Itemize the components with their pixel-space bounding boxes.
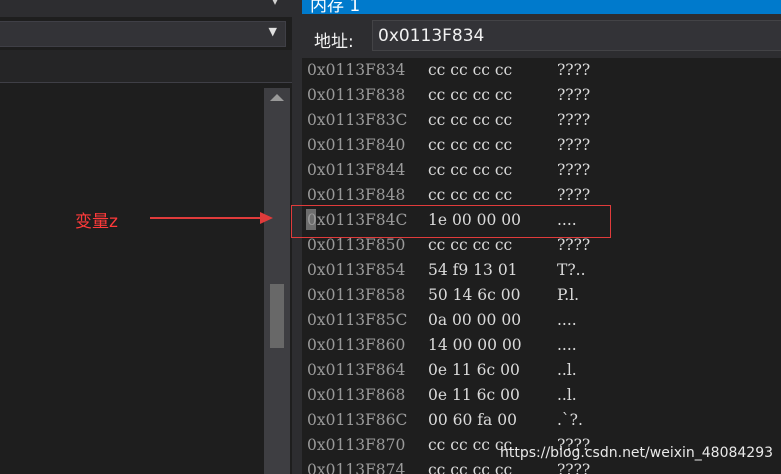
memory-address: 0x0113F840 xyxy=(307,136,406,154)
memory-row[interactable]: 0x0113F844 cc cc cc cc???? xyxy=(302,158,781,183)
memory-ascii: .... xyxy=(557,311,577,329)
memory-address: 0x0113F848 xyxy=(307,186,406,204)
left-top-strip: ▾ xyxy=(0,0,292,17)
chevron-down-icon[interactable]: ▾ xyxy=(272,0,278,8)
memory-row[interactable]: 0x0113F85C 0a 00 00 00.... xyxy=(302,308,781,333)
memory-address: 0x0113F838 xyxy=(307,86,406,104)
memory-ascii: T?.. xyxy=(557,261,586,279)
memory-address: 0x0113F868 xyxy=(307,386,406,404)
memory-ascii: .... xyxy=(557,336,577,354)
memory-ascii: ???? xyxy=(557,161,591,179)
memory-address: 0x0113F870 xyxy=(307,436,406,454)
memory-address: 0x0113F85C xyxy=(307,311,408,329)
memory-address: 0x0113F844 xyxy=(307,161,406,179)
address-label: 地址: xyxy=(314,32,354,52)
memory-address: 0x0113F874 xyxy=(307,461,406,474)
memory-address: 0x0113F86C xyxy=(307,411,408,429)
memory-bytes[interactable]: 0e 11 6c 00 xyxy=(428,361,520,379)
memory-bytes[interactable]: cc cc cc cc xyxy=(428,186,512,204)
memory-row[interactable]: 0x0113F838 cc cc cc cc???? xyxy=(302,83,781,108)
memory-ascii: ..l. xyxy=(557,386,577,404)
memory-bytes[interactable]: cc cc cc cc xyxy=(428,61,512,79)
memory-bytes[interactable]: 14 00 00 00 xyxy=(428,336,522,354)
memory-ascii: ???? xyxy=(557,86,591,104)
left-dropdown[interactable]: ▼ xyxy=(0,21,286,47)
memory-row[interactable]: 0x0113F868 0e 11 6c 00 ..l. xyxy=(302,383,781,408)
memory-bytes[interactable]: cc cc cc cc xyxy=(428,111,512,129)
memory-ascii: ???? xyxy=(557,136,591,154)
memory-bytes[interactable]: 00 60 fa 00 xyxy=(428,411,517,429)
memory-row[interactable]: 0x0113F864 0e 11 6c 00 ..l. xyxy=(302,358,781,383)
memory-row[interactable]: 0x0113F840 cc cc cc cc???? xyxy=(302,133,781,158)
left-header-band xyxy=(0,50,292,83)
memory-rows[interactable]: 0x0113F834 cc cc cc cc???? 0x0113F838 cc cc… xyxy=(302,58,781,474)
memory-row[interactable]: 0x0113F854 54 f9 13 01 T?.. xyxy=(302,258,781,283)
memory-ascii: P.l. xyxy=(557,286,580,304)
memory-bytes[interactable]: 0e 11 6c 00 xyxy=(428,386,520,404)
memory-address: 0x0113F854 xyxy=(307,261,406,279)
scroll-up-icon[interactable] xyxy=(270,94,284,101)
chevron-down-icon[interactable]: ▼ xyxy=(269,25,277,38)
memory-ascii: ???? xyxy=(557,111,591,129)
memory-ascii: ???? xyxy=(557,186,591,204)
memory-bytes[interactable]: cc cc cc cc xyxy=(428,86,512,104)
right-arrow-icon xyxy=(150,212,273,224)
annotation-label: 变量z xyxy=(75,212,118,232)
memory-title-bar[interactable]: 内存 1 xyxy=(302,0,781,14)
memory-ascii: ???? xyxy=(557,61,591,79)
memory-address: 0x0113F850 xyxy=(307,236,406,254)
memory-window-title: 内存 1 xyxy=(310,0,361,14)
memory-toolbar: 地址: xyxy=(302,14,781,58)
memory-bytes[interactable]: 0a 00 00 00 xyxy=(428,311,521,329)
memory-address: 0x0113F860 xyxy=(307,336,406,354)
memory-bytes[interactable]: cc cc cc cc xyxy=(428,461,512,474)
memory-address: 0x0113F858 xyxy=(307,286,406,304)
watermark: https://blog.csdn.net/weixin_48084293 xyxy=(500,445,774,461)
memory-ascii: ..l. xyxy=(557,361,577,379)
memory-address: 0x0113F834 xyxy=(307,61,406,79)
memory-row[interactable]: 0x0113F860 14 00 00 00.... xyxy=(302,333,781,358)
vertical-scrollbar[interactable] xyxy=(264,88,290,474)
memory-bytes[interactable]: cc cc cc cc xyxy=(428,236,512,254)
memory-row[interactable]: 0x0113F83C cc cc cc cc???? xyxy=(302,108,781,133)
memory-bytes[interactable]: 54 f9 13 01 xyxy=(428,261,518,279)
address-input[interactable] xyxy=(372,20,781,51)
memory-row[interactable]: 0x0113F858 50 14 6c 00 P.l. xyxy=(302,283,781,308)
memory-bytes[interactable]: cc cc cc cc xyxy=(428,161,512,179)
memory-address: 0x0113F864 xyxy=(307,361,406,379)
memory-row[interactable]: 0x0113F834 cc cc cc cc???? xyxy=(302,58,781,83)
memory-row[interactable]: 0x0113F86C 00 60 fa 00 .`?. xyxy=(302,408,781,433)
memory-bytes[interactable]: cc cc cc cc xyxy=(428,136,512,154)
left-pane: ▾ ▼ 变量z xyxy=(0,0,292,474)
memory-ascii: ???? xyxy=(557,461,591,474)
memory-ascii: ???? xyxy=(557,236,591,254)
highlight-box xyxy=(291,205,611,238)
memory-bytes[interactable]: 50 14 6c 00 xyxy=(428,286,521,304)
scroll-thumb[interactable] xyxy=(270,284,284,348)
memory-ascii: .`?. xyxy=(557,411,583,429)
memory-address: 0x0113F83C xyxy=(307,111,408,129)
